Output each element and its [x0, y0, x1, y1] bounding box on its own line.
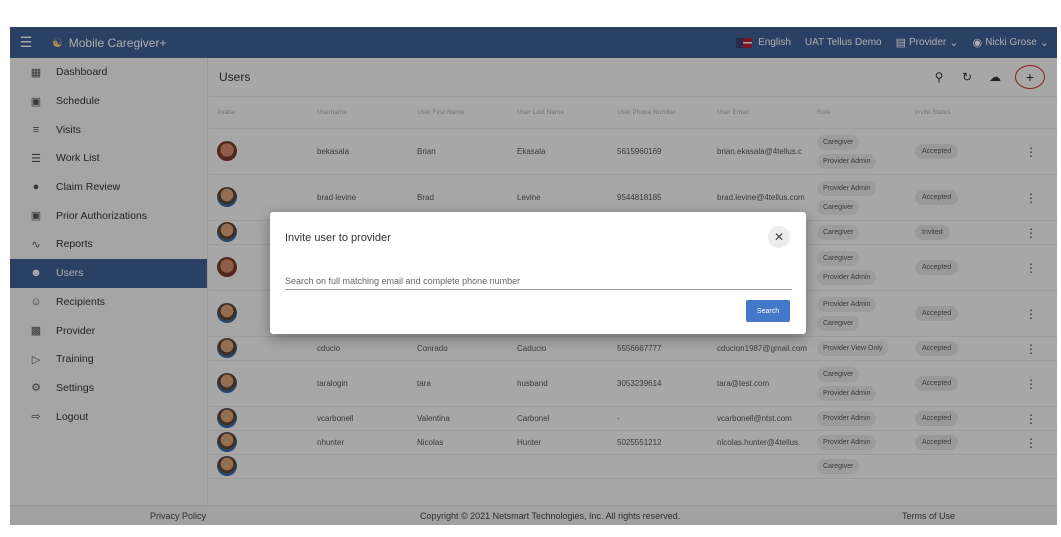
dialog-title: Invite user to provider	[285, 232, 391, 244]
app-window: ☰ ☯ Mobile Caregiver+ English UAT Tellus…	[10, 27, 1057, 525]
invite-user-dialog: Invite user to provider ✕ Search	[270, 212, 806, 334]
close-icon: ✕	[773, 230, 785, 244]
search-button[interactable]: Search	[746, 300, 790, 322]
search-input[interactable]	[285, 272, 792, 290]
close-button[interactable]: ✕	[768, 226, 790, 248]
